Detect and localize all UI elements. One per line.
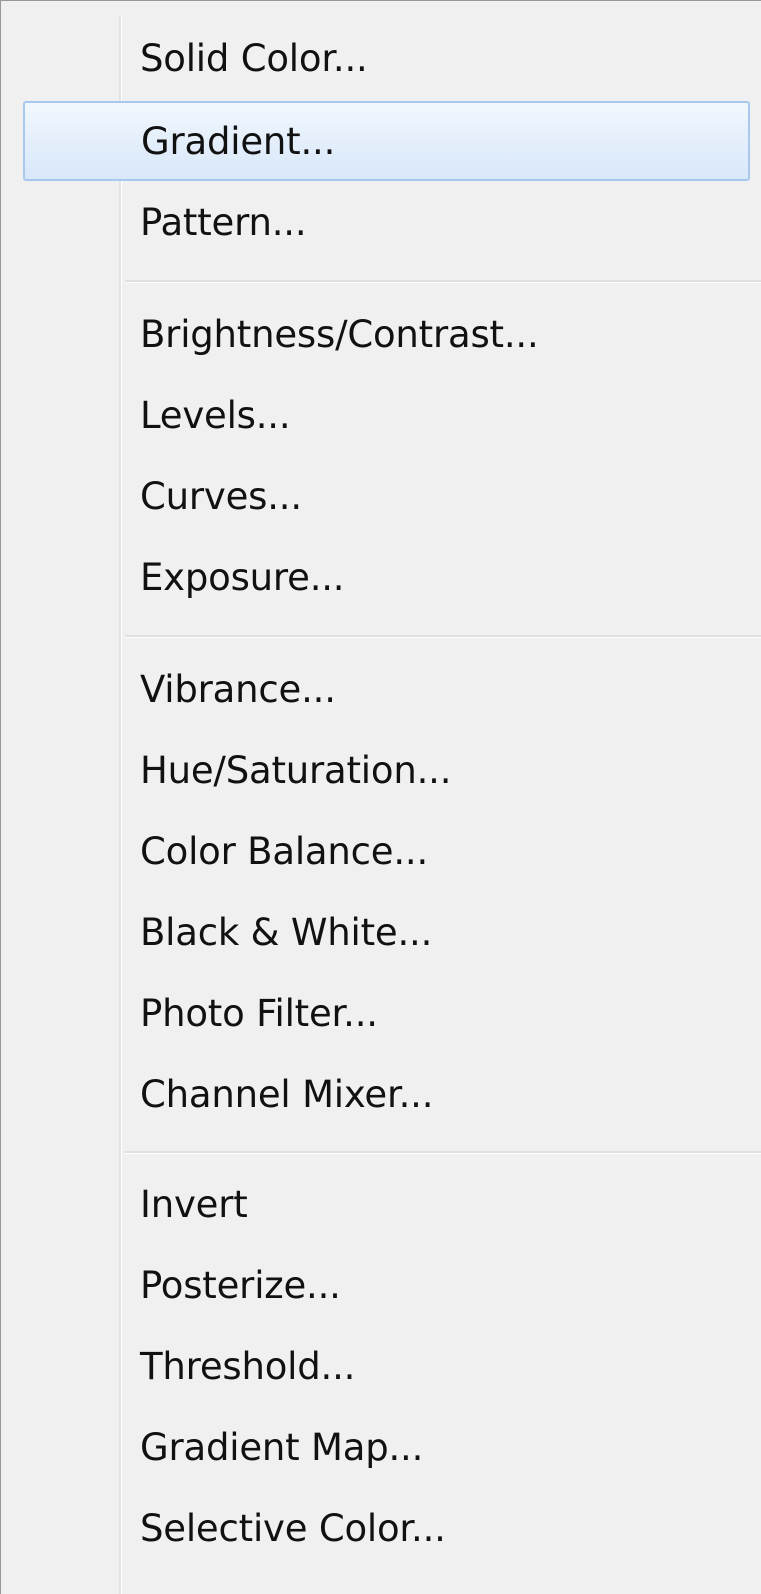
menu-item-brightness-contrast[interactable]: Brightness/Contrast... [23, 294, 750, 374]
menu-item-channel-mixer[interactable]: Channel Mixer... [23, 1054, 750, 1134]
menu-item-curves[interactable]: Curves... [23, 456, 750, 536]
menu-item-selective-color[interactable]: Selective Color... [23, 1488, 750, 1568]
menu-item-label: Gradient... [141, 119, 336, 163]
menu-item-threshold[interactable]: Threshold... [23, 1326, 750, 1406]
menu-item-color-balance[interactable]: Color Balance... [23, 811, 750, 891]
menu-item-levels[interactable]: Levels... [23, 375, 750, 455]
menu-item-label: Solid Color... [140, 36, 368, 80]
menu-item-label: Exposure... [140, 555, 345, 599]
menu-item-label: Photo Filter... [140, 991, 378, 1035]
menu-item-posterize[interactable]: Posterize... [23, 1245, 750, 1325]
menu-separator [125, 635, 761, 638]
menu-item-label: Pattern... [140, 200, 307, 244]
menu-item-label: Vibrance... [140, 667, 336, 711]
menu-item-vibrance[interactable]: Vibrance... [23, 649, 750, 729]
menu-item-label: Invert [140, 1182, 248, 1226]
menu-item-gradient-map[interactable]: Gradient Map... [23, 1407, 750, 1487]
menu-item-label: Hue/Saturation... [140, 748, 452, 792]
menu-item-label: Brightness/Contrast... [140, 312, 539, 356]
menu-item-gradient[interactable]: Gradient... [23, 101, 750, 181]
menu-item-label: Color Balance... [140, 829, 429, 873]
menu-item-label: Posterize... [140, 1263, 341, 1307]
menu-item-pattern[interactable]: Pattern... [23, 182, 750, 262]
menu-item-hue-saturation[interactable]: Hue/Saturation... [23, 730, 750, 810]
menu-item-label: Selective Color... [140, 1506, 446, 1550]
menu-item-label: Channel Mixer... [140, 1072, 434, 1116]
menu-item-label: Levels... [140, 393, 291, 437]
menu-item-label: Black & White... [140, 910, 433, 954]
menu-item-label: Gradient Map... [140, 1425, 424, 1469]
menu-item-invert[interactable]: Invert [23, 1164, 750, 1244]
menu-item-black-white[interactable]: Black & White... [23, 892, 750, 972]
menu-item-exposure[interactable]: Exposure... [23, 537, 750, 617]
menu-separator [125, 1151, 761, 1154]
menu-item-solid-color[interactable]: Solid Color... [23, 18, 750, 98]
adjustment-layer-menu: Solid Color... Gradient... Pattern... Br… [0, 0, 761, 1594]
menu-separator [125, 280, 761, 283]
menu-item-photo-filter[interactable]: Photo Filter... [23, 973, 750, 1053]
menu-item-label: Threshold... [140, 1344, 356, 1388]
menu-item-label: Curves... [140, 474, 302, 518]
